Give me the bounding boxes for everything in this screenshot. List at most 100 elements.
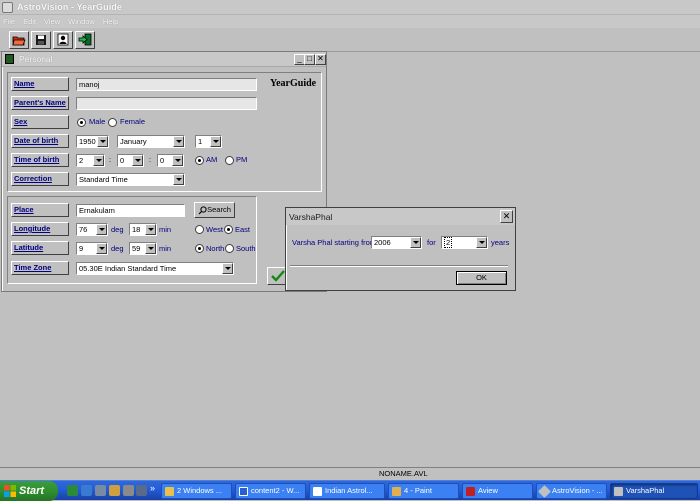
west-radio[interactable] bbox=[195, 225, 204, 234]
quicklaunch-desktop-icon[interactable] bbox=[67, 485, 78, 496]
deg-unit: deg bbox=[111, 244, 124, 253]
chevron-down-icon[interactable] bbox=[222, 263, 233, 274]
correction-select[interactable]: Standard Time bbox=[76, 173, 185, 186]
quicklaunch-media-icon[interactable] bbox=[109, 485, 120, 496]
birth-year-value: 1950 bbox=[79, 137, 96, 146]
varshaphal-count-select[interactable]: 2 bbox=[441, 236, 488, 249]
exit-button[interactable] bbox=[75, 30, 95, 49]
birth-hour-value: 2 bbox=[79, 156, 84, 165]
paint-icon bbox=[392, 487, 401, 496]
varshaphal-year-select[interactable]: 2006 bbox=[371, 236, 422, 249]
timezone-value: 05.30E Indian Standard Time bbox=[79, 264, 177, 273]
save-icon bbox=[36, 34, 46, 45]
chevron-down-icon[interactable] bbox=[173, 136, 184, 147]
task-indian-astrology[interactable]: Indian Astrol... bbox=[309, 483, 385, 499]
pm-radio[interactable] bbox=[225, 156, 234, 165]
task-paint[interactable]: 4 - Paint bbox=[388, 483, 459, 499]
birth-year-select[interactable]: 1950 bbox=[76, 135, 109, 148]
male-radio[interactable] bbox=[77, 118, 86, 127]
quicklaunch-ie-icon[interactable] bbox=[81, 485, 92, 496]
quicklaunch-explorer-icon[interactable] bbox=[95, 485, 106, 496]
app-titlebar[interactable]: AstroVision - YearGuide bbox=[0, 0, 700, 15]
open-button[interactable] bbox=[9, 30, 29, 49]
name-field[interactable]: manoj bbox=[76, 78, 257, 91]
app-icon bbox=[2, 1, 13, 13]
personal-titlebar[interactable]: Personal bbox=[2, 52, 326, 67]
place-field[interactable]: Ernakulam bbox=[76, 204, 185, 217]
dob-label: Date of birth bbox=[11, 134, 69, 148]
latitude-min-select[interactable]: 59 bbox=[129, 242, 157, 255]
tob-label: Time of birth bbox=[11, 153, 69, 167]
folder-icon bbox=[165, 487, 174, 496]
save-button[interactable] bbox=[31, 30, 51, 49]
varshaphal-titlebar[interactable]: VarshaPhal bbox=[286, 208, 515, 225]
female-radio-label: Female bbox=[120, 117, 146, 126]
latitude-deg-value: 9 bbox=[79, 244, 84, 253]
chevron-down-icon[interactable] bbox=[173, 174, 184, 185]
person-button[interactable] bbox=[53, 30, 73, 49]
female-radio[interactable] bbox=[108, 118, 117, 127]
varshaphal-year-value: 2006 bbox=[374, 238, 391, 247]
chevron-down-icon[interactable] bbox=[132, 155, 143, 166]
name-label: Name bbox=[11, 77, 69, 91]
word-icon bbox=[239, 487, 248, 496]
task-varshaphal[interactable]: VarshaPhal bbox=[610, 483, 698, 499]
task-windows-group[interactable]: 2 Windows ... bbox=[161, 483, 232, 499]
longitude-deg-select[interactable]: 76 bbox=[76, 223, 108, 236]
parents-name-field[interactable] bbox=[76, 97, 257, 110]
birth-minute-select[interactable]: 0 bbox=[117, 154, 144, 167]
personal-window: Personal _ □ ✕ YearGuide Name manoj Pare… bbox=[1, 51, 327, 292]
chevron-down-icon[interactable] bbox=[96, 224, 107, 235]
chevron-down-icon[interactable] bbox=[93, 155, 104, 166]
chevron-down-icon[interactable] bbox=[145, 243, 156, 254]
quicklaunch-chevron[interactable]: » bbox=[150, 483, 155, 493]
varshaphal-years-label: years bbox=[491, 238, 510, 247]
menu-file[interactable]: File bbox=[3, 17, 15, 26]
close-button[interactable]: ✕ bbox=[315, 54, 326, 65]
chevron-down-icon[interactable] bbox=[172, 155, 183, 166]
pm-radio-label: PM bbox=[236, 155, 248, 164]
menu-edit[interactable]: Edit bbox=[23, 17, 36, 26]
latitude-deg-select[interactable]: 9 bbox=[76, 242, 108, 255]
person-icon bbox=[57, 33, 69, 46]
exit-icon bbox=[78, 33, 92, 46]
longitude-min-select[interactable]: 18 bbox=[129, 223, 157, 236]
task-astrovision[interactable]: AstroVision - ... bbox=[536, 483, 607, 499]
quicklaunch-app-icon[interactable] bbox=[123, 485, 134, 496]
am-radio[interactable] bbox=[195, 156, 204, 165]
north-radio[interactable] bbox=[195, 244, 204, 253]
personal-window-icon bbox=[5, 54, 14, 64]
chevron-down-icon[interactable] bbox=[97, 136, 108, 147]
personal-title: Personal bbox=[19, 54, 53, 64]
birth-second-select[interactable]: 0 bbox=[157, 154, 184, 167]
task-label: Indian Astrol... bbox=[325, 486, 373, 495]
menubar: File Edit View Window Help bbox=[0, 15, 700, 28]
timezone-select[interactable]: 05.30E Indian Standard Time bbox=[76, 262, 234, 275]
maximize-button[interactable]: □ bbox=[304, 54, 315, 65]
start-button[interactable]: Start bbox=[0, 481, 58, 501]
checkmark-icon bbox=[271, 270, 285, 282]
menu-view[interactable]: View bbox=[44, 17, 60, 26]
search-button[interactable]: Search bbox=[194, 202, 235, 218]
task-word[interactable]: content2 - W... bbox=[235, 483, 306, 499]
east-radio[interactable] bbox=[224, 225, 233, 234]
quicklaunch-app2-icon[interactable] bbox=[136, 485, 147, 496]
latitude-min-value: 59 bbox=[132, 244, 141, 253]
birth-day-select[interactable]: 1 bbox=[195, 135, 222, 148]
chevron-down-icon[interactable] bbox=[476, 237, 487, 248]
close-icon: ✕ bbox=[502, 211, 511, 221]
birth-hour-select[interactable]: 2 bbox=[76, 154, 105, 167]
varshaphal-close-button[interactable]: ✕ bbox=[500, 210, 513, 223]
task-label: 2 Windows ... bbox=[177, 486, 223, 495]
chevron-down-icon[interactable] bbox=[210, 136, 221, 147]
varshaphal-ok-button[interactable]: OK bbox=[456, 271, 507, 285]
task-aview[interactable]: Aview bbox=[462, 483, 533, 499]
birth-month-select[interactable]: January bbox=[117, 135, 185, 148]
south-radio[interactable] bbox=[225, 244, 234, 253]
chevron-down-icon[interactable] bbox=[145, 224, 156, 235]
chevron-down-icon[interactable] bbox=[410, 237, 421, 248]
yearguide-heading: YearGuide bbox=[270, 78, 317, 89]
menu-help[interactable]: Help bbox=[103, 17, 118, 26]
chevron-down-icon[interactable] bbox=[96, 243, 107, 254]
menu-window[interactable]: Window bbox=[68, 17, 95, 26]
